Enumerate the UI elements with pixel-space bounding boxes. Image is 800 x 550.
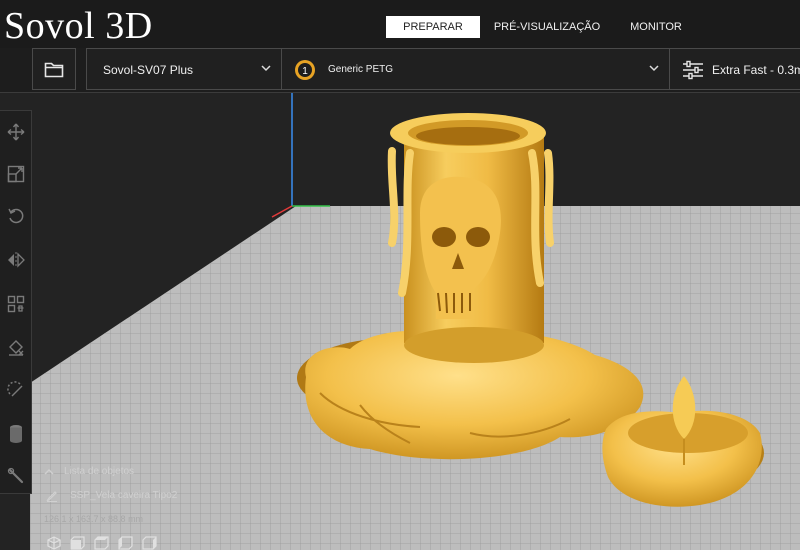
support-blocker-icon [8,340,23,356]
rotate-icon [7,208,23,224]
settings-sliders-icon [683,60,703,80]
object-list-title[interactable]: Lista de objetos [64,466,134,477]
cylinder-tool-button[interactable] [0,419,31,449]
print-settings-selector[interactable]: Extra Fast - 0.3mm [669,48,800,90]
config-bar: Sovol-SV07 Plus 1 Generic PETG Extra Fas… [0,48,800,93]
tools-button[interactable] [0,461,31,491]
app-logo: Sovol 3D [4,5,153,47]
chevron-up-icon[interactable] [44,468,54,476]
tab-pre-visualizacao[interactable]: PRÉ-VISUALIZAÇÃO [480,16,614,38]
stage-tabs: PREPARAR PRÉ-VISUALIZAÇÃO MONITOR [386,16,698,38]
material-selector[interactable]: 1 Generic PETG [281,48,670,90]
top-bar: Sovol 3D PREPARAR PRÉ-VISUALIZAÇÃO MONIT… [0,0,800,48]
svg-text:1: 1 [302,66,308,77]
mirror-tool-button[interactable] [0,245,31,275]
support-blocker-button[interactable] [0,333,31,363]
move-icon [7,123,24,141]
per-model-settings-icon [7,295,24,313]
material-name: Generic PETG [328,64,394,75]
tab-preparar[interactable]: PREPARAR [386,16,480,38]
printer-name: Sovol-SV07 Plus [103,63,194,77]
view-3d-icon[interactable] [46,536,62,550]
scale-tool-button[interactable] [0,159,31,189]
object-list-panel: Lista de objetos SSP_Vela caveira Tipo2 … [40,462,300,550]
folder-icon [44,62,64,77]
view-top-icon[interactable] [94,536,110,550]
object-dimensions: 126.1 x 163.7 x 88.8 mm [44,514,144,524]
scale-icon [7,165,24,183]
profile-name: Extra Fast - 0.3mm [712,63,800,77]
chevron-down-icon [649,65,659,72]
wrench-icon [7,467,23,484]
view-buttons [46,536,158,550]
view-right-icon[interactable] [142,536,158,550]
per-model-settings-button[interactable] [0,289,31,319]
mirror-icon [7,252,25,268]
tab-monitor[interactable]: MONITOR [614,16,698,38]
move-tool-button[interactable] [0,117,31,147]
open-file-button[interactable] [32,48,76,90]
cylinder-icon [9,425,22,443]
cut-tool-button[interactable] [0,375,31,405]
view-front-icon[interactable] [70,536,86,550]
object-name[interactable]: SSP_Vela caveira Tipo2 [70,490,177,501]
chevron-down-icon [261,65,271,72]
view-left-icon[interactable] [118,536,134,550]
pencil-icon [46,491,57,502]
axis-gizmo [271,93,330,218]
printer-selector[interactable]: Sovol-SV07 Plus [86,48,282,90]
rotate-tool-button[interactable] [0,201,31,231]
cut-icon [6,381,22,397]
left-toolbar [0,110,32,494]
material-extruder-icon: 1 [295,60,315,80]
